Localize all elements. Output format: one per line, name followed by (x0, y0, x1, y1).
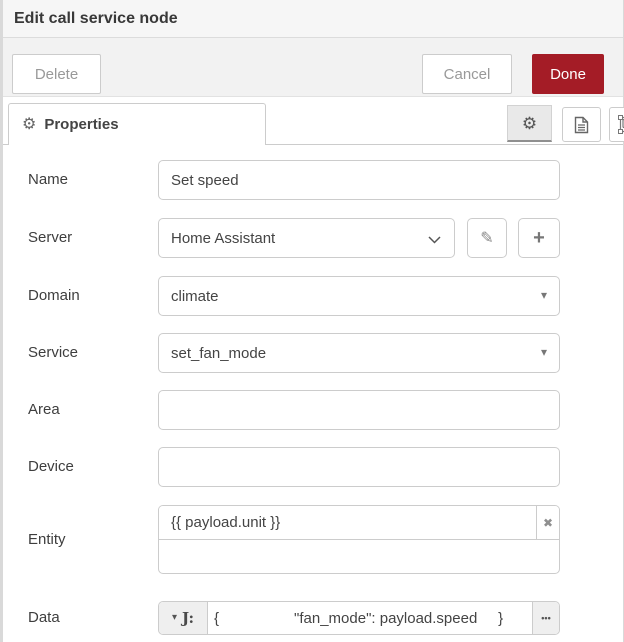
done-button[interactable]: Done (532, 54, 604, 94)
name-label: Name (28, 171, 69, 188)
properties-form: Name Server Home Assistant ✎ + Domain ▾ … (3, 145, 623, 642)
device-label: Device (28, 458, 74, 475)
add-server-button[interactable]: + (518, 218, 560, 258)
button-tray: Delete Cancel Done (3, 38, 623, 97)
data-label: Data (28, 609, 60, 626)
entity-list-item: ✖ (159, 506, 559, 540)
expand-editor-button[interactable]: ••• (532, 602, 559, 634)
service-input[interactable] (158, 333, 560, 373)
gear-icon: ⚙ (521, 113, 538, 133)
appearance-tab-button[interactable] (609, 107, 624, 142)
server-label: Server (28, 229, 73, 246)
tab-bar: ⚙ Properties ⚙ (3, 97, 624, 145)
edit-server-button[interactable]: ✎ (467, 218, 507, 258)
server-select[interactable]: Home Assistant (158, 218, 455, 258)
description-tab-button[interactable] (562, 107, 601, 142)
gear-icon: ⚙ (22, 115, 37, 133)
entity-label: Entity (28, 531, 66, 548)
entity-list: ✖ (158, 505, 560, 574)
caret-down-icon: ▾ (171, 612, 177, 623)
json-type-icon: J: (182, 609, 195, 627)
data-typed-input: ▾ J: ••• (158, 601, 560, 635)
tab-properties[interactable]: ⚙ Properties (8, 103, 266, 145)
page-title: Edit call service node (14, 10, 178, 27)
tab-properties-label: Properties (44, 116, 119, 133)
delete-button[interactable]: Delete (12, 54, 101, 94)
area-label: Area (28, 401, 60, 418)
service-label: Service (28, 344, 79, 361)
close-icon: ✖ (542, 515, 554, 530)
entity-input[interactable] (159, 506, 536, 539)
data-type-button[interactable]: ▾ J: (159, 602, 208, 634)
server-select-value: Home Assistant (171, 229, 276, 247)
chevron-down-icon (428, 236, 441, 244)
name-input[interactable] (158, 160, 560, 200)
ellipsis-icon: ••• (541, 613, 551, 623)
cancel-button[interactable]: Cancel (422, 54, 512, 94)
properties-tab-button[interactable]: ⚙ (507, 105, 552, 142)
document-icon (574, 116, 589, 134)
dialog-header: Edit call service node (3, 0, 623, 38)
remove-entity-button[interactable]: ✖ (536, 506, 559, 539)
domain-label: Domain (28, 287, 80, 304)
pencil-icon: ✎ (480, 230, 494, 247)
object-group-icon (617, 115, 624, 134)
area-input[interactable] (158, 390, 560, 430)
domain-input[interactable] (158, 276, 560, 316)
plus-icon: + (533, 226, 545, 249)
device-input[interactable] (158, 447, 560, 487)
data-value-input[interactable] (208, 602, 532, 634)
